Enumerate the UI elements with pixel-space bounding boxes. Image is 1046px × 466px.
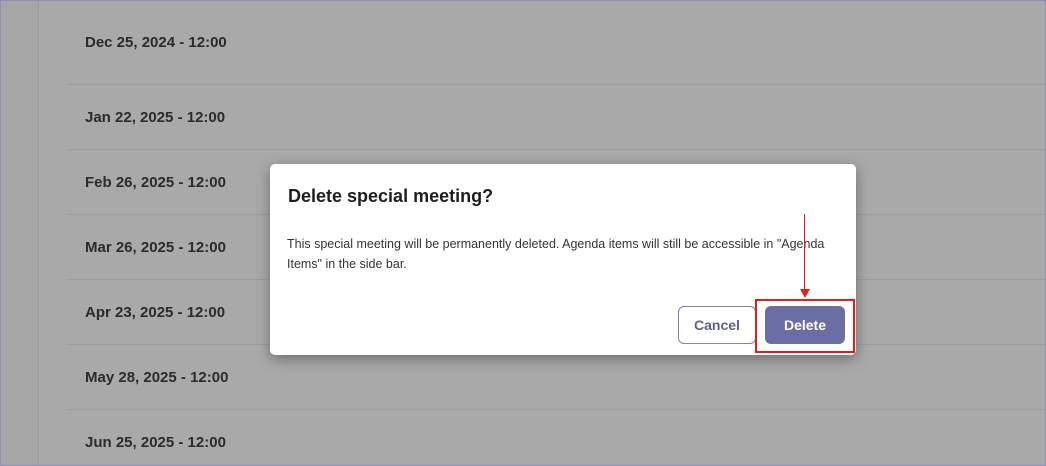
sidebar-strip [2, 1, 39, 465]
annotation-arrow-head-icon [800, 289, 810, 298]
meeting-row[interactable]: Jun 25, 2025 - 12:00 [67, 410, 1045, 465]
dialog-message: This special meeting will be permanently… [287, 237, 825, 271]
app-window: Dec 25, 2024 - 12:00 Jan 22, 2025 - 12:0… [0, 0, 1046, 466]
meeting-date-label: May 28, 2025 - 12:00 [85, 368, 229, 386]
annotation-arrow-line [804, 214, 805, 290]
meeting-date-label: Feb 26, 2025 - 12:00 [85, 173, 226, 191]
meeting-date-label: Dec 25, 2024 - 12:00 [85, 34, 227, 51]
dialog-title: Delete special meeting? [288, 186, 494, 206]
meeting-row[interactable]: Dec 25, 2024 - 12:00 [67, 1, 1045, 85]
meeting-row[interactable]: Jan 22, 2025 - 12:00 [67, 85, 1045, 150]
meeting-date-label: Mar 26, 2025 - 12:00 [85, 238, 226, 256]
annotation-highlight-box [755, 299, 855, 353]
meeting-date-label: Jun 25, 2025 - 12:00 [85, 433, 226, 451]
meeting-date-label: Apr 23, 2025 - 12:00 [85, 303, 226, 321]
meeting-date-label: Jan 22, 2025 - 12:00 [85, 108, 226, 126]
cancel-button[interactable]: Cancel [678, 306, 756, 344]
